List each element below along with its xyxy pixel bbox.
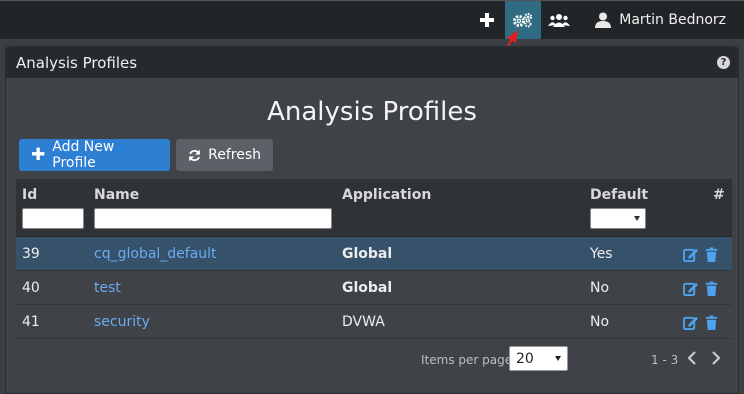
row-application: Global [342,246,393,262]
team-nav-button[interactable] [541,1,577,39]
column-header-id[interactable]: Id [22,187,37,203]
column-header-name[interactable]: Name [94,187,139,203]
profiles-table: Id Name Application Default # 39 cq_glob… [16,179,732,339]
chevron-down-icon [555,356,561,361]
column-header-actions: # [713,187,725,203]
trash-icon[interactable] [704,247,719,262]
column-header-default[interactable]: Default [590,187,648,203]
edit-icon[interactable] [683,281,698,296]
trash-icon[interactable] [704,315,719,330]
analysis-profiles-panel: Analysis Profiles ? Analysis Profiles ✚ … [5,46,739,394]
user-menu[interactable]: Martin Bednorz [577,1,744,39]
users-icon [548,14,571,27]
row-name-link[interactable]: cq_global_default [94,246,217,262]
refresh-button[interactable]: Refresh [176,139,273,171]
default-filter-select[interactable] [590,208,646,229]
row-application: DVWA [342,314,385,330]
page-title: Analysis Profiles [267,97,477,127]
row-actions [683,281,719,296]
row-id: 39 [22,246,40,262]
edit-icon[interactable] [683,315,698,330]
add-new-profile-button[interactable]: ✚ Add New Profile [19,139,170,171]
table-row[interactable]: 40 test Global No [16,271,732,305]
row-default: No [590,280,610,296]
row-name-link[interactable]: test [94,280,121,296]
panel-header: Analysis Profiles ? [6,47,738,78]
row-default: No [590,314,610,330]
user-name: Martin Bednorz [619,12,726,28]
edit-icon[interactable] [683,247,698,262]
column-header-application[interactable]: Application [342,187,431,203]
row-actions [683,247,719,262]
table-row[interactable]: 41 security DVWA No [16,305,732,339]
items-per-page-select[interactable]: 20 [509,346,568,371]
row-application: Global [342,280,393,296]
user-icon [595,12,612,28]
trash-icon[interactable] [704,281,719,296]
add-new-profile-label: Add New Profile [52,139,115,171]
row-actions [683,315,719,330]
table-header: Id Name Application Default # [16,179,732,237]
id-filter-input[interactable] [22,208,84,229]
row-id: 41 [22,314,40,330]
top-navbar: Martin Bednorz [0,0,744,39]
table-row[interactable]: 39 cq_global_default Global Yes [16,237,732,271]
row-default: Yes [590,246,613,262]
name-filter-input[interactable] [94,208,332,229]
refresh-icon [189,149,200,161]
chevron-down-icon [634,216,640,221]
refresh-label: Refresh [208,147,261,163]
items-per-page-label: Items per page [421,353,513,367]
panel-title: Analysis Profiles [16,53,138,72]
row-name-link[interactable]: security [94,314,150,330]
chevron-left-icon[interactable] [685,350,699,366]
row-id: 40 [22,280,40,296]
items-per-page-value: 20 [516,350,534,367]
pagination-range: 1 - 3 [651,353,679,367]
plus-icon [480,13,495,27]
plus-icon: ✚ [31,144,46,165]
chevron-right-icon[interactable] [709,350,723,366]
help-icon[interactable]: ? [717,56,730,69]
